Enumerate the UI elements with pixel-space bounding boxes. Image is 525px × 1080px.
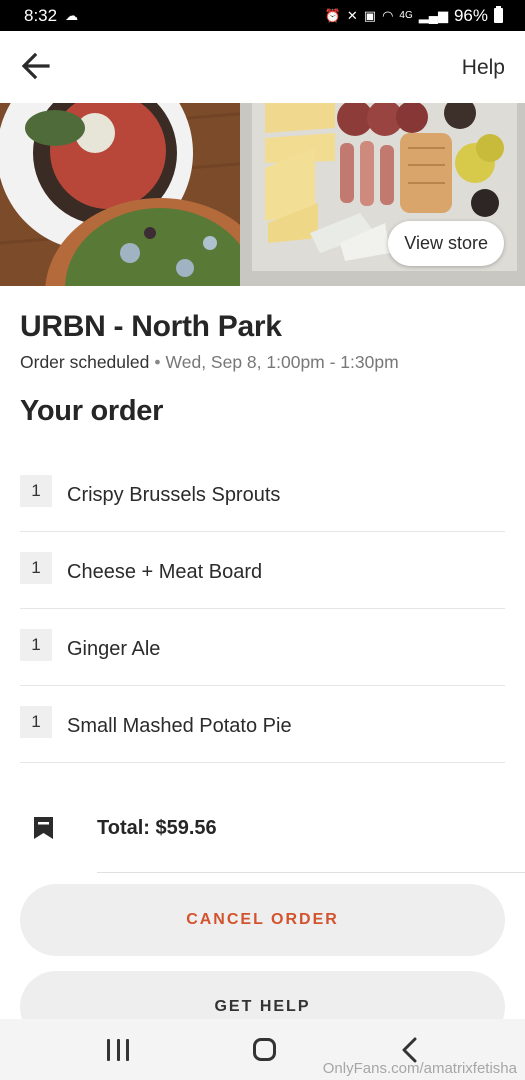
status-bar: 8:32 ☁ ⏰ ✕ ▣ ◠ 4G ▂▄▆ 96% — [0, 0, 525, 31]
item-quantity: 1 — [20, 552, 52, 584]
order-total: Total: $59.56 — [97, 817, 217, 839]
arrow-left-icon — [21, 52, 50, 80]
watermark: OnlyFans.com/amatrixfetisha — [322, 1060, 517, 1077]
store-hero-image: View store — [0, 103, 525, 286]
item-quantity: 1 — [20, 706, 52, 738]
network-label: 4G — [399, 9, 413, 21]
order-heading: Your order — [20, 395, 164, 427]
order-item: 1 Cheese + Meat Board — [20, 532, 505, 609]
cloud-icon: ☁ — [65, 8, 79, 23]
order-item: 1 Ginger Ale — [20, 609, 505, 686]
recent-apps-button[interactable] — [107, 1039, 129, 1061]
wifi-icon: ◠ — [382, 8, 394, 23]
status-right: ⏰ ✕ ▣ ◠ 4G ▂▄▆ 96% — [325, 6, 503, 26]
battery-percent: 96% — [453, 5, 488, 25]
order-item: 1 Small Mashed Potato Pie — [20, 686, 505, 763]
status-time: 8:32 — [24, 5, 58, 25]
home-button[interactable] — [253, 1038, 276, 1061]
app-header: Help — [0, 31, 525, 103]
order-meta: Order scheduled • Wed, Sep 8, 1:00pm - 1:3… — [20, 352, 399, 373]
item-quantity: 1 — [20, 475, 52, 507]
system-nav-bar: OnlyFans.com/amatrixfetisha — [0, 1019, 525, 1080]
order-items-list: 1 Crispy Brussels Sprouts 1 Cheese + Mea… — [20, 455, 505, 763]
recent-apps-icon — [107, 1039, 110, 1061]
item-name: Crispy Brussels Sprouts — [67, 484, 281, 506]
mute-icon: ✕ — [346, 8, 358, 23]
order-status: Order scheduled — [20, 352, 150, 372]
order-item: 1 Crispy Brussels Sprouts — [20, 455, 505, 532]
back-button[interactable] — [20, 51, 52, 81]
scheduled-time: Wed, Sep 8, 1:00pm - 1:30pm — [165, 352, 399, 372]
battery-icon — [494, 6, 503, 23]
item-name: Cheese + Meat Board — [67, 561, 263, 583]
item-name: Ginger Ale — [67, 638, 161, 660]
receipt-icon — [34, 817, 53, 839]
alarm-icon: ⏰ — [324, 8, 341, 23]
view-store-button[interactable]: View store — [388, 221, 504, 266]
status-left: 8:32 ☁ — [24, 6, 78, 26]
cancel-order-button[interactable]: CANCEL ORDER — [20, 884, 505, 956]
item-quantity: 1 — [20, 629, 52, 661]
store-name: URBN - North Park — [20, 310, 282, 343]
meta-separator: • — [154, 352, 161, 372]
help-link[interactable]: Help — [462, 56, 505, 80]
nfc-icon: ▣ — [363, 8, 377, 23]
divider — [97, 872, 525, 873]
total-row: Total: $59.56 — [0, 780, 525, 873]
signal-icon: ▂▄▆ — [418, 8, 448, 23]
item-name: Small Mashed Potato Pie — [67, 715, 292, 737]
